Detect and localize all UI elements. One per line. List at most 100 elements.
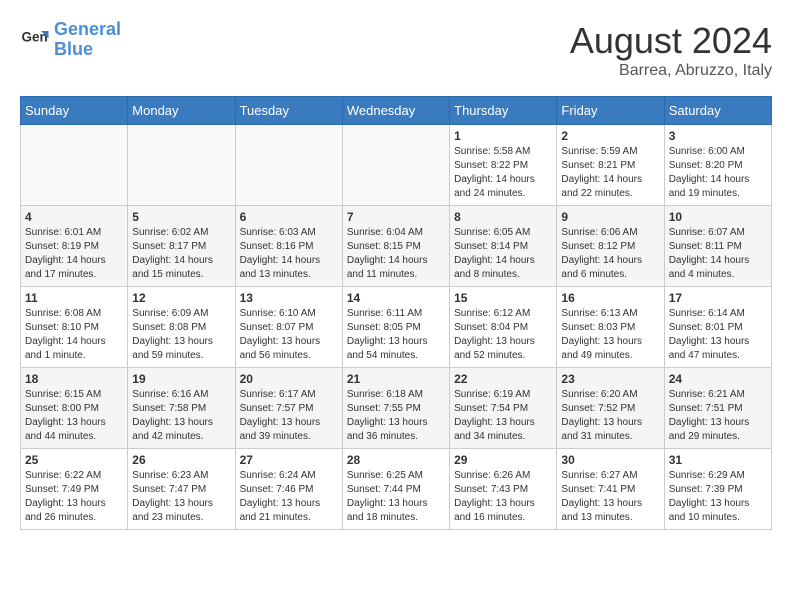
calendar-week-1: 1 Sunrise: 5:58 AMSunset: 8:22 PMDaylight… <box>21 125 772 206</box>
calendar-cell: 26 Sunrise: 6:23 AMSunset: 7:47 PMDayligh… <box>128 449 235 530</box>
calendar-cell <box>128 125 235 206</box>
day-info: Sunrise: 6:29 AMSunset: 7:39 PMDaylight:… <box>669 469 767 525</box>
day-info: Sunrise: 6:01 AMSunset: 8:19 PMDaylight:… <box>25 226 123 282</box>
day-info: Sunrise: 6:03 AMSunset: 8:16 PMDaylight:… <box>240 226 338 282</box>
day-info: Sunrise: 6:00 AMSunset: 8:20 PMDaylight:… <box>669 145 767 201</box>
day-info: Sunrise: 6:11 AMSunset: 8:05 PMDaylight:… <box>347 307 445 363</box>
calendar-cell: 21 Sunrise: 6:18 AMSunset: 7:55 PMDayligh… <box>342 368 449 449</box>
calendar-week-3: 11 Sunrise: 6:08 AMSunset: 8:10 PMDayligh… <box>21 287 772 368</box>
day-info: Sunrise: 6:08 AMSunset: 8:10 PMDaylight:… <box>25 307 123 363</box>
day-info: Sunrise: 5:59 AMSunset: 8:21 PMDaylight:… <box>561 145 659 201</box>
day-number: 19 <box>132 372 230 386</box>
calendar-cell: 15 Sunrise: 6:12 AMSunset: 8:04 PMDayligh… <box>450 287 557 368</box>
calendar-cell: 7 Sunrise: 6:04 AMSunset: 8:15 PMDaylight… <box>342 206 449 287</box>
day-number: 3 <box>669 129 767 143</box>
day-info: Sunrise: 6:09 AMSunset: 8:08 PMDaylight:… <box>132 307 230 363</box>
day-number: 4 <box>25 210 123 224</box>
day-info: Sunrise: 6:17 AMSunset: 7:57 PMDaylight:… <box>240 388 338 444</box>
day-info: Sunrise: 6:20 AMSunset: 7:52 PMDaylight:… <box>561 388 659 444</box>
calendar-cell: 31 Sunrise: 6:29 AMSunset: 7:39 PMDayligh… <box>664 449 771 530</box>
calendar-cell: 4 Sunrise: 6:01 AMSunset: 8:19 PMDaylight… <box>21 206 128 287</box>
header-tuesday: Tuesday <box>235 97 342 125</box>
calendar-cell: 13Sunrise: 6:10 AMSunset: 8:07 PMDayligh… <box>235 287 342 368</box>
day-info: Sunrise: 6:05 AMSunset: 8:14 PMDaylight:… <box>454 226 552 282</box>
day-info: Sunrise: 6:07 AMSunset: 8:11 PMDaylight:… <box>669 226 767 282</box>
calendar-cell: 17Sunrise: 6:14 AMSunset: 8:01 PMDayligh… <box>664 287 771 368</box>
day-number: 5 <box>132 210 230 224</box>
calendar-cell: 6 Sunrise: 6:03 AMSunset: 8:16 PMDaylight… <box>235 206 342 287</box>
header-saturday: Saturday <box>664 97 771 125</box>
calendar-cell: 10 Sunrise: 6:07 AMSunset: 8:11 PMDayligh… <box>664 206 771 287</box>
day-number: 30 <box>561 453 659 467</box>
day-info: Sunrise: 6:23 AMSunset: 7:47 PMDaylight:… <box>132 469 230 525</box>
day-number: 10 <box>669 210 767 224</box>
calendar-week-5: 25 Sunrise: 6:22 AMSunset: 7:49 PMDayligh… <box>21 449 772 530</box>
day-number: 7 <box>347 210 445 224</box>
day-number: 1 <box>454 129 552 143</box>
day-number: 15 <box>454 291 552 305</box>
calendar-cell: 23 Sunrise: 6:20 AMSunset: 7:52 PMDayligh… <box>557 368 664 449</box>
title-block: August 2024 Barrea, Abruzzo, Italy <box>570 20 772 80</box>
calendar-cell: 18 Sunrise: 6:15 AMSunset: 8:00 PMDayligh… <box>21 368 128 449</box>
day-info: Sunrise: 6:04 AMSunset: 8:15 PMDaylight:… <box>347 226 445 282</box>
day-number: 25 <box>25 453 123 467</box>
logo-icon: Gen <box>20 25 50 55</box>
day-number: 21 <box>347 372 445 386</box>
day-info: Sunrise: 6:16 AMSunset: 7:58 PMDaylight:… <box>132 388 230 444</box>
page-header: Gen General Blue August 2024 Barrea, Abr… <box>20 20 772 80</box>
day-number: 20 <box>240 372 338 386</box>
calendar-cell: 27Sunrise: 6:24 AMSunset: 7:46 PMDayligh… <box>235 449 342 530</box>
calendar-cell: 8 Sunrise: 6:05 AMSunset: 8:14 PMDaylight… <box>450 206 557 287</box>
day-number: 31 <box>669 453 767 467</box>
day-number: 28 <box>347 453 445 467</box>
calendar-cell <box>21 125 128 206</box>
day-info: Sunrise: 6:22 AMSunset: 7:49 PMDaylight:… <box>25 469 123 525</box>
day-number: 12 <box>132 291 230 305</box>
calendar-cell: 22Sunrise: 6:19 AMSunset: 7:54 PMDayligh… <box>450 368 557 449</box>
header-thursday: Thursday <box>450 97 557 125</box>
calendar-cell: 25 Sunrise: 6:22 AMSunset: 7:49 PMDayligh… <box>21 449 128 530</box>
day-info: Sunrise: 6:26 AMSunset: 7:43 PMDaylight:… <box>454 469 552 525</box>
calendar-cell: 2Sunrise: 5:59 AMSunset: 8:21 PMDaylight… <box>557 125 664 206</box>
day-number: 6 <box>240 210 338 224</box>
day-number: 26 <box>132 453 230 467</box>
calendar-cell: 30 Sunrise: 6:27 AMSunset: 7:41 PMDayligh… <box>557 449 664 530</box>
header-sunday: Sunday <box>21 97 128 125</box>
calendar-cell: 3 Sunrise: 6:00 AMSunset: 8:20 PMDaylight… <box>664 125 771 206</box>
day-number: 11 <box>25 291 123 305</box>
day-info: Sunrise: 6:19 AMSunset: 7:54 PMDaylight:… <box>454 388 552 444</box>
calendar-week-4: 18 Sunrise: 6:15 AMSunset: 8:00 PMDayligh… <box>21 368 772 449</box>
day-number: 27 <box>240 453 338 467</box>
header-wednesday: Wednesday <box>342 97 449 125</box>
header-friday: Friday <box>557 97 664 125</box>
day-info: Sunrise: 6:06 AMSunset: 8:12 PMDaylight:… <box>561 226 659 282</box>
day-info: Sunrise: 6:27 AMSunset: 7:41 PMDaylight:… <box>561 469 659 525</box>
calendar-cell: 1 Sunrise: 5:58 AMSunset: 8:22 PMDaylight… <box>450 125 557 206</box>
calendar-cell: 29 Sunrise: 6:26 AMSunset: 7:43 PMDayligh… <box>450 449 557 530</box>
calendar-header-row: SundayMondayTuesdayWednesdayThursdayFrid… <box>21 97 772 125</box>
day-info: Sunrise: 6:02 AMSunset: 8:17 PMDaylight:… <box>132 226 230 282</box>
day-info: Sunrise: 6:15 AMSunset: 8:00 PMDaylight:… <box>25 388 123 444</box>
day-info: Sunrise: 6:18 AMSunset: 7:55 PMDaylight:… <box>347 388 445 444</box>
calendar-cell <box>235 125 342 206</box>
day-info: Sunrise: 5:58 AMSunset: 8:22 PMDaylight:… <box>454 145 552 201</box>
day-number: 18 <box>25 372 123 386</box>
day-info: Sunrise: 6:21 AMSunset: 7:51 PMDaylight:… <box>669 388 767 444</box>
calendar-cell: 16Sunrise: 6:13 AMSunset: 8:03 PMDayligh… <box>557 287 664 368</box>
logo-text: General Blue <box>54 20 121 60</box>
day-info: Sunrise: 6:25 AMSunset: 7:44 PMDaylight:… <box>347 469 445 525</box>
day-info: Sunrise: 6:14 AMSunset: 8:01 PMDaylight:… <box>669 307 767 363</box>
day-number: 24 <box>669 372 767 386</box>
day-info: Sunrise: 6:13 AMSunset: 8:03 PMDaylight:… <box>561 307 659 363</box>
day-number: 29 <box>454 453 552 467</box>
day-number: 23 <box>561 372 659 386</box>
day-number: 8 <box>454 210 552 224</box>
calendar-cell: 14 Sunrise: 6:11 AMSunset: 8:05 PMDayligh… <box>342 287 449 368</box>
day-number: 9 <box>561 210 659 224</box>
day-info: Sunrise: 6:12 AMSunset: 8:04 PMDaylight:… <box>454 307 552 363</box>
day-number: 14 <box>347 291 445 305</box>
calendar-cell: 20 Sunrise: 6:17 AMSunset: 7:57 PMDayligh… <box>235 368 342 449</box>
calendar-cell: 28 Sunrise: 6:25 AMSunset: 7:44 PMDayligh… <box>342 449 449 530</box>
calendar-cell: 9 Sunrise: 6:06 AMSunset: 8:12 PMDaylight… <box>557 206 664 287</box>
day-number: 13 <box>240 291 338 305</box>
